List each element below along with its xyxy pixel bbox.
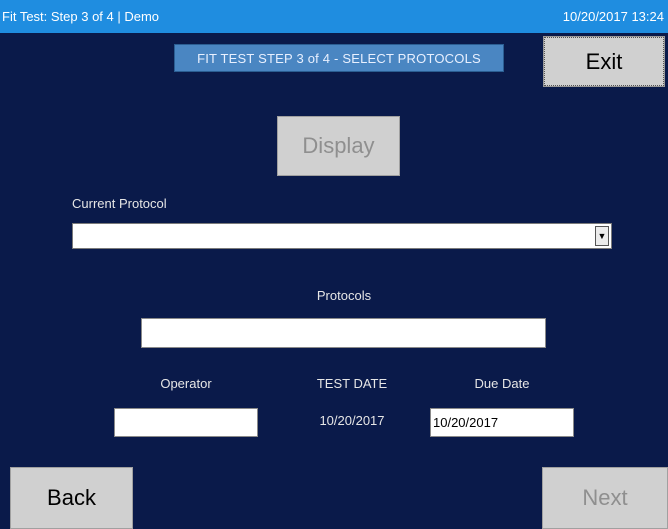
next-button[interactable]: Next <box>542 467 668 529</box>
protocols-field[interactable] <box>141 318 546 348</box>
operator-label: Operator <box>160 376 212 391</box>
operator-field[interactable] <box>114 408 258 437</box>
datetime-display: 10/20/2017 13:24 <box>562 9 664 24</box>
protocols-label: Protocols <box>316 288 372 303</box>
display-button[interactable]: Display <box>277 116 400 176</box>
due-date-label: Due Date <box>474 376 530 391</box>
test-date-label: TEST DATE <box>316 376 388 391</box>
current-protocol-select[interactable]: ▼ <box>72 223 612 249</box>
back-button[interactable]: Back <box>10 467 133 529</box>
due-date-field[interactable]: 10/20/2017 <box>430 408 574 437</box>
current-protocol-label: Current Protocol <box>72 196 167 211</box>
step-banner: FIT TEST STEP 3 of 4 - SELECT PROTOCOLS <box>174 44 504 72</box>
test-date-value: 10/20/2017 <box>319 413 385 428</box>
chevron-down-icon[interactable]: ▼ <box>595 226 609 246</box>
window-title: Fit Test: Step 3 of 4 | Demo <box>2 9 160 24</box>
exit-button[interactable]: Exit <box>543 36 665 87</box>
